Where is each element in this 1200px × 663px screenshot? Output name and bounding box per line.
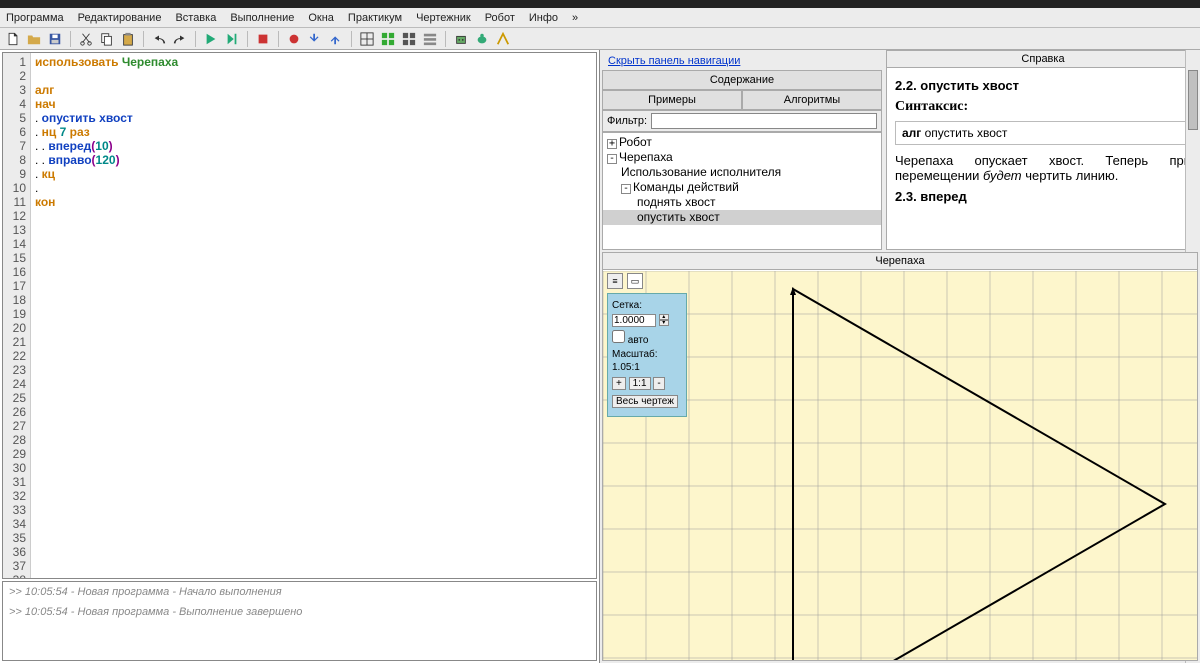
- auto-checkbox[interactable]: [612, 330, 625, 343]
- tree-node[interactable]: Использование исполнителя: [603, 165, 881, 180]
- menu-Практикум[interactable]: Практикум: [348, 12, 402, 24]
- zoom-in-button[interactable]: +: [612, 377, 626, 390]
- zoom-out-button[interactable]: -: [653, 377, 664, 390]
- step-into[interactable]: [306, 30, 324, 48]
- undo[interactable]: [150, 30, 168, 48]
- grid-spin-down[interactable]: ▾: [659, 320, 669, 326]
- turtle-icon[interactable]: [473, 30, 491, 48]
- zoom-reset-button[interactable]: 1:1: [629, 377, 651, 390]
- menu-Инфо[interactable]: Инфо: [529, 12, 558, 24]
- grid-dark[interactable]: [400, 30, 418, 48]
- tree-node[interactable]: +Робот: [603, 135, 881, 150]
- tab-contents[interactable]: Содержание: [602, 70, 882, 90]
- grid-rows[interactable]: [421, 30, 439, 48]
- drafter-icon[interactable]: [494, 30, 512, 48]
- menubar: Программа Редактирование Вставка Выполнение…: [0, 8, 1200, 28]
- tree-node[interactable]: опустить хвост: [603, 210, 881, 225]
- open-file[interactable]: [25, 30, 43, 48]
- stop[interactable]: [254, 30, 272, 48]
- nav-tree[interactable]: +Робот-ЧерепахаИспользование исполнителя…: [602, 132, 882, 250]
- redo[interactable]: [171, 30, 189, 48]
- scale-label: Масштаб:: [612, 349, 682, 360]
- new-file[interactable]: [4, 30, 22, 48]
- toolbar: [0, 28, 1200, 50]
- tree-node[interactable]: поднять хвост: [603, 195, 881, 210]
- paste[interactable]: [119, 30, 137, 48]
- grid-green[interactable]: [379, 30, 397, 48]
- menu-Робот[interactable]: Робот: [485, 12, 515, 24]
- hide-nav-link[interactable]: Скрыть панель навигации: [608, 55, 740, 67]
- menu-Окна[interactable]: Окна: [308, 12, 334, 24]
- step[interactable]: [223, 30, 241, 48]
- code-editor[interactable]: 1234567891011121314151617181920212223242…: [2, 52, 597, 579]
- grid-label: Сетка:: [612, 300, 682, 311]
- run[interactable]: [202, 30, 220, 48]
- filter-label: Фильтр:: [607, 115, 647, 127]
- canvas-menu-icon[interactable]: ≡: [607, 273, 623, 289]
- turtle-canvas[interactable]: Черепаха ≡ ▭ Сетка: ▴▾ авто: [602, 252, 1198, 661]
- code-area[interactable]: использовать Черепаха алгнач. опустить х…: [31, 53, 596, 578]
- menu-Редактирование[interactable]: Редактирование: [78, 12, 162, 24]
- grid-value-input[interactable]: [612, 314, 656, 327]
- fit-all-button[interactable]: Весь чертеж: [612, 395, 678, 408]
- scale-value: 1.05:1: [612, 362, 682, 373]
- console-output: >> 10:05:54 - Новая программа - Начало в…: [2, 581, 597, 661]
- help-body-text: Черепаха опускает хвост. Теперь при пере…: [895, 153, 1191, 183]
- auto-label: авто: [628, 335, 649, 346]
- nav-panel: Скрыть панель навигации Содержание Приме…: [602, 50, 882, 250]
- tab-examples[interactable]: Примеры: [602, 90, 742, 110]
- record[interactable]: [285, 30, 303, 48]
- line-gutter: 1234567891011121314151617181920212223242…: [3, 53, 31, 578]
- menu-»[interactable]: »: [572, 12, 578, 24]
- tree-node[interactable]: -Черепаха: [603, 150, 881, 165]
- syntax-label: Синтаксис:: [895, 99, 1191, 115]
- copy[interactable]: [98, 30, 116, 48]
- filter-input[interactable]: [651, 113, 877, 129]
- help-panel: Справка 2.2. опустить хвост Синтаксис: а…: [886, 50, 1200, 250]
- menu-Выполнение[interactable]: Выполнение: [230, 12, 294, 24]
- help-next-section: 2.3. вперед: [895, 189, 1191, 204]
- cut[interactable]: [77, 30, 95, 48]
- save-file[interactable]: [46, 30, 64, 48]
- menu-Чертежник[interactable]: Чертежник: [416, 12, 471, 24]
- help-section-heading: 2.2. опустить хвост: [895, 78, 1191, 93]
- menu-Вставка[interactable]: Вставка: [175, 12, 216, 24]
- grid-layout[interactable]: [358, 30, 376, 48]
- tree-node[interactable]: -Команды действий: [603, 180, 881, 195]
- tab-algorithms[interactable]: Алгоритмы: [742, 90, 882, 110]
- help-title: Справка: [887, 51, 1199, 68]
- canvas-toggle-icon[interactable]: ▭: [627, 273, 643, 289]
- canvas-title: Черепаха: [603, 253, 1197, 270]
- menu-Программа[interactable]: Программа: [6, 12, 64, 24]
- canvas-settings-panel: Сетка: ▴▾ авто Масштаб: 1.05:1 + 1:1 -: [607, 293, 687, 417]
- step-out[interactable]: [327, 30, 345, 48]
- syntax-code: алг опустить хвост: [895, 121, 1191, 145]
- robot-icon[interactable]: [452, 30, 470, 48]
